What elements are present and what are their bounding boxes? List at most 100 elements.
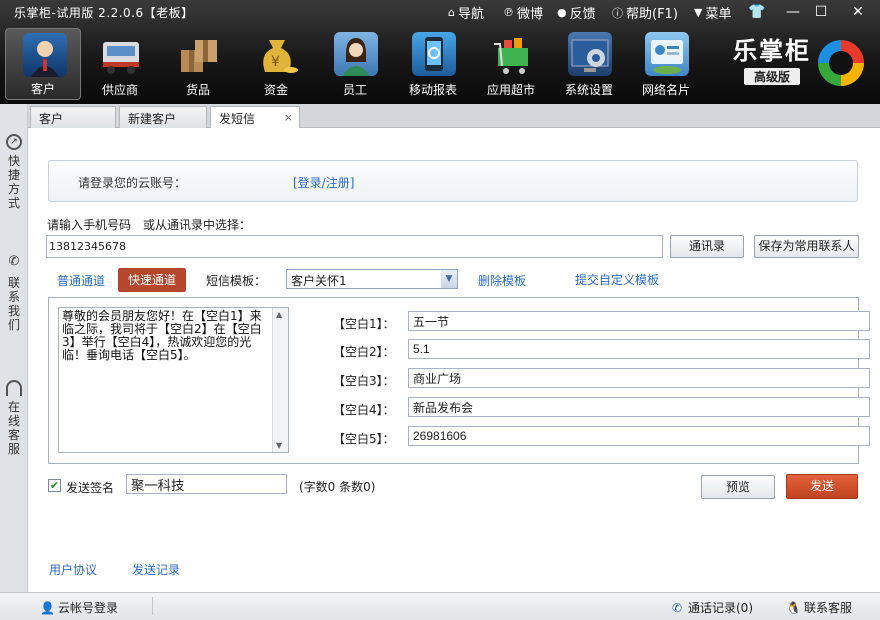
- blank2-label: 【空白2】：: [333, 345, 395, 359]
- contact-service-status[interactable]: 🐧 联系客服: [786, 599, 852, 616]
- template-select[interactable]: 客户关怀1 ▼: [286, 269, 458, 289]
- chevron-down-icon: ▼: [441, 270, 457, 288]
- blank4-input[interactable]: [408, 397, 870, 417]
- blank1-label: 【空白1】：: [333, 317, 395, 331]
- tab-new-customer[interactable]: 新建客户: [119, 106, 207, 128]
- char-count-text: (字数0 条数0): [299, 480, 376, 494]
- send-button[interactable]: 发送: [786, 474, 858, 499]
- settings-gear-icon: [568, 32, 612, 76]
- left-sidebar: ↗ 快捷方式 ✆ 联系我们 在线客服: [0, 104, 28, 592]
- help-link[interactable]: ⓘ 帮助(F1): [612, 3, 678, 23]
- login-register-link[interactable]: [登录/注册]: [293, 174, 354, 191]
- submit-custom-template-link[interactable]: 提交自定义模板: [575, 271, 659, 288]
- scroll-up-icon[interactable]: ▲: [276, 310, 282, 319]
- message-text: 尊敬的会员朋友您好！在【空白1】来临之际，我司将于【空白2】在【空白3】举行【空…: [62, 309, 262, 362]
- weibo-icon: ℗: [503, 6, 514, 19]
- mobile-report-icon: [412, 32, 456, 76]
- cloud-login-box: 请登录您的云账号： [登录/注册]: [48, 160, 858, 202]
- weibo-link[interactable]: ℗ 微博: [503, 3, 543, 22]
- svg-text:¥: ¥: [271, 54, 280, 70]
- skin-icon[interactable]: 👕: [746, 2, 768, 22]
- blank3-label: 【空白3】：: [333, 374, 395, 388]
- customer-icon: [23, 33, 67, 77]
- goods-box-icon: [177, 32, 221, 76]
- nav-customer[interactable]: 客户: [5, 28, 81, 100]
- brand-edition: 高级版: [743, 68, 800, 85]
- blank5-label: 【空白5】：: [333, 432, 395, 446]
- user-agreement-link[interactable]: 用户协议: [49, 561, 97, 578]
- sms-panel: 请登录您的云账号： [登录/注册] 请输入手机号码 或从通讯录中选择： 通讯录 …: [28, 128, 880, 592]
- nav-mobile-report[interactable]: 移动报表: [395, 28, 471, 100]
- phone-input[interactable]: [46, 235, 663, 258]
- message-scrollbar[interactable]: ▲ ▼: [272, 308, 288, 452]
- send-history-link[interactable]: 发送记录: [132, 561, 180, 578]
- sidebar-item-online-service[interactable]: 在线客服: [0, 380, 28, 456]
- call-record-status[interactable]: ✆ 通话记录(0): [670, 599, 753, 616]
- shortcut-icon: ↗: [6, 134, 22, 150]
- qq-penguin-icon: 🐧: [786, 600, 801, 615]
- title-bar: 乐掌柜-试用版 2.2.0.6【老板】 ⌂ 导航 ℗ 微博 ● 反馈 ⓘ 帮助(F1) …: [0, 0, 880, 24]
- nav-funds[interactable]: ¥ 资金: [238, 28, 314, 100]
- logo-icon: [818, 40, 864, 86]
- money-bag-icon: ¥: [255, 32, 299, 76]
- headset-icon: [6, 380, 22, 396]
- top-header: 乐掌柜-试用版 2.2.0.6【老板】 ⌂ 导航 ℗ 微博 ● 反馈 ⓘ 帮助(F1) …: [0, 0, 880, 104]
- cloud-login-status[interactable]: 👤 云帐号登录: [40, 599, 118, 616]
- signature-input[interactable]: [126, 474, 287, 494]
- help-icon: ⓘ: [612, 6, 623, 20]
- close-button[interactable]: ✕: [847, 2, 869, 22]
- status-divider: [152, 597, 153, 615]
- tab-close-icon[interactable]: ×: [284, 111, 293, 124]
- signature-label: 发送签名: [66, 481, 115, 495]
- tab-bar: 客户 新建客户 发短信 ×: [28, 104, 880, 129]
- sidebar-item-shortcuts[interactable]: ↗ 快捷方式: [0, 134, 28, 210]
- scroll-down-icon[interactable]: ▼: [276, 441, 282, 450]
- tab-customer[interactable]: 客户: [30, 106, 116, 128]
- message-editor: 尊敬的会员朋友您好！在【空白1】来临之际，我司将于【空白2】在【空白3】举行【空…: [48, 297, 870, 464]
- business-card-icon: [645, 32, 689, 76]
- phone-label: 请输入手机号码 或从通讯录中选择：: [47, 218, 252, 232]
- app-title: 乐掌柜-试用版 2.2.0.6【老板】: [14, 6, 194, 20]
- main-nav: 客户 供应商 货品 ¥ 资金 员工 移动报表 应用超市 系统设置 网络名片: [0, 28, 720, 100]
- menu-icon: ▼: [694, 6, 703, 19]
- nav-link-home[interactable]: ⌂ 导航: [448, 3, 484, 22]
- phone-icon: ✆: [671, 600, 683, 615]
- message-textarea[interactable]: 尊敬的会员朋友您好！在【空白1】来临之际，我司将于【空白2】在【空白3】举行【空…: [58, 307, 289, 453]
- signature-checkbox[interactable]: ✔: [48, 479, 61, 492]
- blank4-label: 【空白4】：: [333, 403, 395, 417]
- delete-template-link[interactable]: 删除模板: [478, 272, 526, 289]
- nav-app-market[interactable]: 应用超市: [473, 28, 549, 100]
- blank3-input[interactable]: [408, 368, 870, 388]
- nav-system-settings[interactable]: 系统设置: [551, 28, 627, 100]
- tab-send-sms[interactable]: 发短信 ×: [210, 106, 300, 129]
- supplier-truck-icon: [99, 32, 143, 76]
- maximize-button[interactable]: ☐: [810, 2, 832, 22]
- blank1-input[interactable]: [408, 311, 870, 331]
- nav-business-card[interactable]: 网络名片: [628, 28, 704, 100]
- channel-normal-tab[interactable]: 普通通道: [57, 272, 105, 289]
- blank5-input[interactable]: [408, 426, 870, 446]
- minimize-button[interactable]: —: [782, 2, 804, 22]
- template-select-value: 客户关怀1: [291, 274, 347, 288]
- feedback-link[interactable]: ● 反馈: [557, 3, 596, 22]
- cloud-login-label: 请登录您的云账号：: [78, 176, 187, 190]
- contacts-button[interactable]: 通讯录: [670, 235, 744, 258]
- nav-goods[interactable]: 货品: [160, 28, 236, 100]
- template-label: 短信模板：: [206, 274, 267, 288]
- save-contact-button[interactable]: 保存为常用联系人: [754, 235, 859, 258]
- blank2-input[interactable]: [408, 339, 870, 359]
- menu-link[interactable]: ▼ 菜单: [694, 3, 731, 22]
- brand-name: 乐掌柜: [733, 37, 811, 65]
- app-market-cart-icon: [490, 32, 534, 76]
- nav-supplier[interactable]: 供应商: [82, 28, 158, 100]
- channel-fast-tab[interactable]: 快速通道: [118, 268, 186, 292]
- brand-logo: 乐掌柜 高级版: [726, 36, 818, 88]
- nav-employee[interactable]: 员工: [317, 28, 393, 100]
- sidebar-item-contact-us[interactable]: ✆ 联系我们: [0, 254, 28, 332]
- employee-icon: [334, 32, 378, 76]
- preview-button[interactable]: 预览: [701, 475, 775, 499]
- user-icon: 👤: [40, 600, 55, 615]
- status-bar: 👤 云帐号登录 ✆ 通话记录(0) 🐧 联系客服: [0, 592, 880, 620]
- home-icon: ⌂: [448, 6, 455, 19]
- phone-icon: ✆: [8, 254, 20, 269]
